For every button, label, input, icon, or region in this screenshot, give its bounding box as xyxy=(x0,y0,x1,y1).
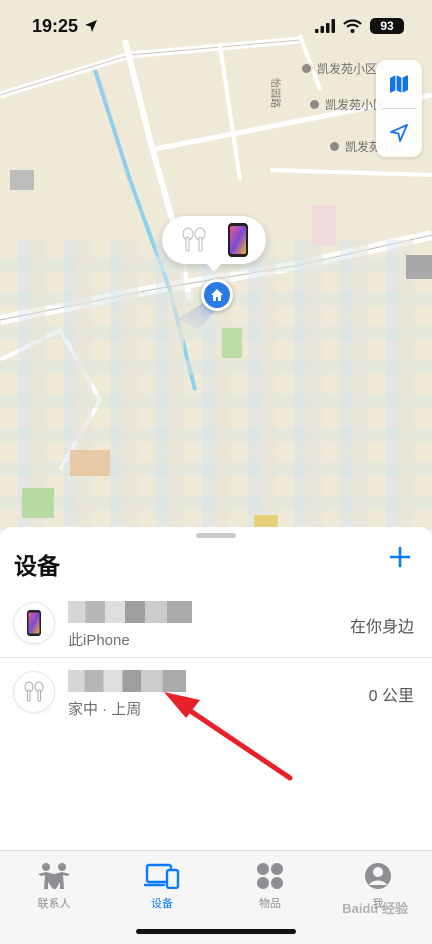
device-row-airpods[interactable]: 家中 · 上周 0 公里 xyxy=(0,657,432,726)
poi-icon xyxy=(308,98,321,111)
tab-label: 设备 xyxy=(151,898,173,910)
plus-icon xyxy=(389,546,411,568)
location-services-icon xyxy=(85,20,98,32)
people-icon xyxy=(38,863,70,889)
iphone-icon xyxy=(27,610,41,636)
items-icon xyxy=(257,863,283,889)
sheet-grabber[interactable] xyxy=(196,533,236,538)
map-mode-button[interactable] xyxy=(376,60,422,108)
device-name-redacted xyxy=(68,670,186,692)
iphone-icon xyxy=(228,223,248,257)
home-location-pin[interactable] xyxy=(201,279,233,311)
device-subtitle: 此iPhone xyxy=(68,632,130,649)
poi-label[interactable]: 凯发苑小区 xyxy=(300,60,377,77)
device-avatar xyxy=(14,603,54,643)
device-subtitle: 家中 · 上周 xyxy=(68,701,142,718)
map-view[interactable]: 凯发苑小区 凯发苑小区 凯发苑小区 怡园路 xyxy=(0,0,432,530)
device-distance: 0 公里 xyxy=(368,688,414,705)
status-time: 19:25 xyxy=(32,16,98,37)
location-arrow-icon xyxy=(390,124,408,142)
map-icon xyxy=(390,75,408,93)
watermark: Baidu 经验 xyxy=(342,901,408,916)
status-bar: 19:25 93 xyxy=(0,0,432,52)
battery-indicator: 93 xyxy=(370,18,404,34)
cellular-signal-icon xyxy=(315,19,335,33)
device-avatar xyxy=(14,672,54,712)
device-name-redacted xyxy=(68,601,192,623)
map-block xyxy=(22,488,54,518)
map-controls xyxy=(376,60,422,157)
map-block xyxy=(406,255,432,279)
home-indicator[interactable] xyxy=(136,929,296,934)
device-list: 此iPhone 在你身边 家中 · 上周 0 公里 xyxy=(0,589,432,726)
add-device-button[interactable] xyxy=(386,543,414,571)
device-distance: 在你身边 xyxy=(349,619,414,636)
road-label: 怡园路 xyxy=(269,78,280,108)
poi-icon xyxy=(328,140,341,153)
poi-label[interactable]: 凯发苑小区 xyxy=(308,96,385,113)
locate-me-button[interactable] xyxy=(376,109,422,157)
device-cluster-bubble[interactable] xyxy=(162,216,266,272)
airpods-icon xyxy=(24,681,44,702)
map-block xyxy=(222,328,242,358)
poi-icon xyxy=(300,62,313,75)
map-block xyxy=(70,450,110,476)
devices-icon xyxy=(144,863,180,889)
tab-label: 联系人 xyxy=(37,898,71,910)
profile-icon xyxy=(365,863,391,889)
tab-contacts[interactable]: 联系人 xyxy=(0,851,108,944)
home-icon xyxy=(211,289,223,301)
clock: 19:25 xyxy=(32,15,79,36)
map-block xyxy=(10,170,34,190)
airpods-icon xyxy=(182,227,206,252)
map-block xyxy=(312,205,336,245)
tab-label: 物品 xyxy=(259,898,281,910)
devices-sheet: 设备 此iPhone 在你身边 家中 · 上周 0 公里 xyxy=(0,527,432,850)
sheet-title: 设备 xyxy=(14,553,60,579)
wifi-icon xyxy=(343,19,362,33)
device-row-iphone[interactable]: 此iPhone 在你身边 xyxy=(0,589,432,657)
